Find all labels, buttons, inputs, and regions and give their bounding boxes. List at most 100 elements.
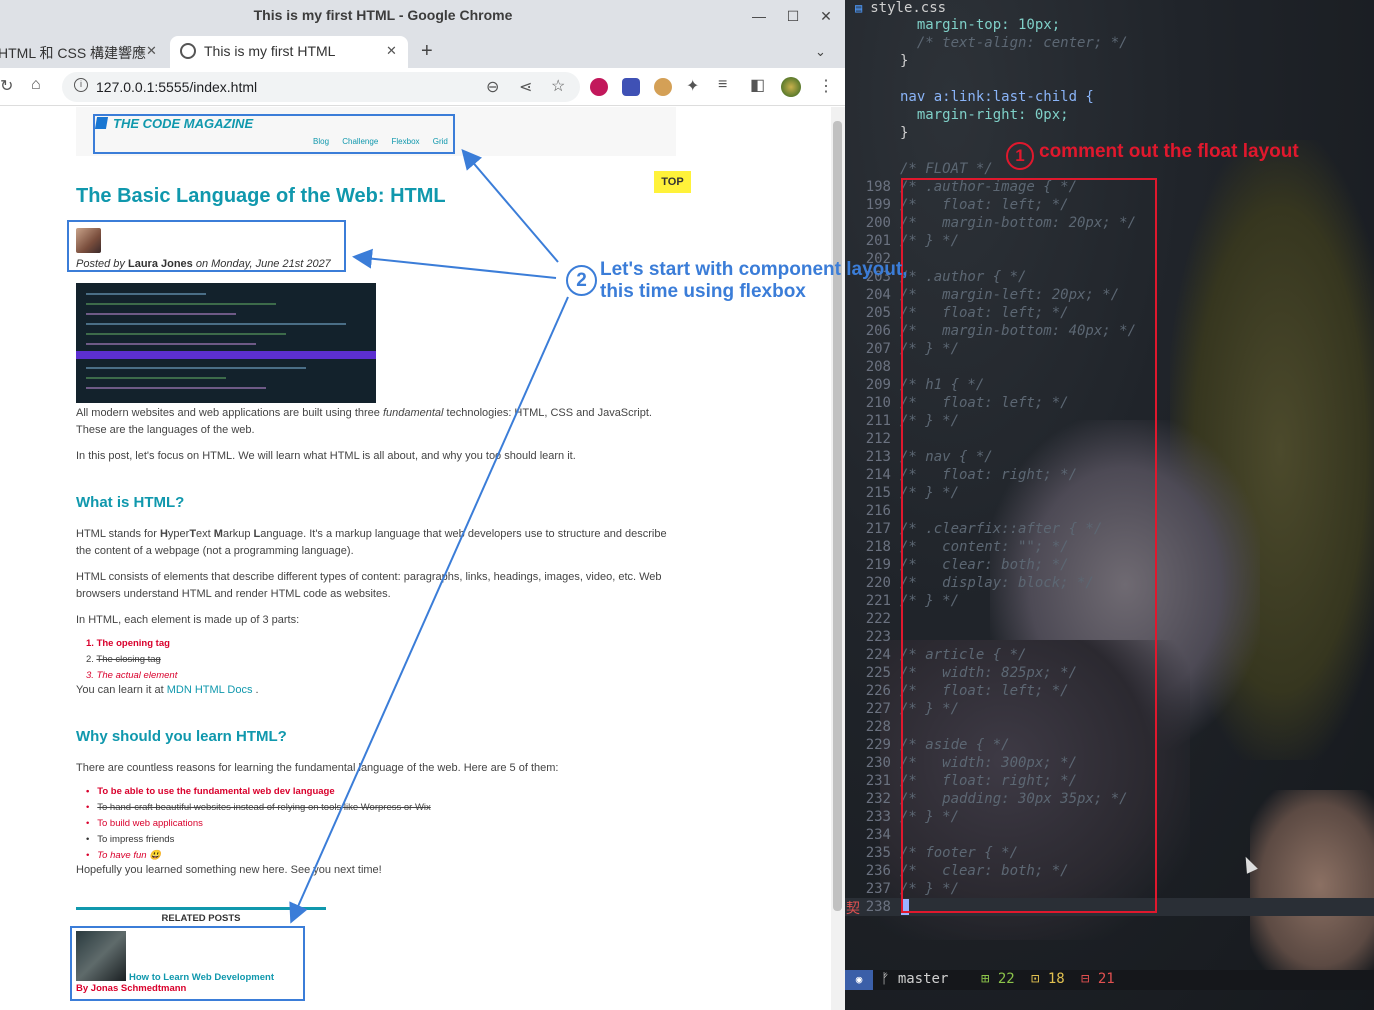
line-number: 208	[865, 359, 891, 375]
step-2-line-1: Let's start with component layout,	[600, 259, 908, 280]
list-item: • To impress friends	[86, 834, 175, 845]
line-number: 209	[865, 377, 891, 393]
close-window-button[interactable]: ✕	[816, 6, 836, 26]
address-bar[interactable]: i 127.0.0.1:5555/index.html ⊖ ⋖ ☆	[62, 72, 580, 102]
step-1-annotation: comment out the float layout	[1039, 141, 1299, 162]
line-number: 226	[865, 683, 891, 699]
step-2-annotation: Let's start with component layout, this …	[600, 259, 908, 303]
mdn-docs-link[interactable]: MDN HTML Docs	[167, 684, 253, 696]
what-paragraph-2: HTML consists of elements that describe …	[76, 571, 662, 600]
line-number: 214	[865, 467, 891, 483]
git-changed-count: ⊡ 18	[1031, 971, 1065, 987]
scrollbar-thumb[interactable]	[833, 121, 842, 911]
what-paragraph-1: HTML stands for HyperText Markup Languag…	[76, 528, 667, 557]
line-number: 223	[865, 629, 891, 645]
code-line[interactable]: margin-top: 10px;	[845, 17, 1374, 35]
extension-lr-icon[interactable]	[590, 78, 608, 96]
reload-icon[interactable]: ↻	[0, 76, 13, 96]
css-file-icon: ▤	[855, 1, 863, 15]
new-tab-button[interactable]: +	[421, 40, 433, 63]
intro-paragraph-2: In this post, let's focus on HTML. We wi…	[76, 450, 576, 462]
gutter-mark: 契	[846, 900, 860, 916]
git-removed-count: ⊟ 21	[1081, 971, 1115, 987]
top-button[interactable]: TOP	[654, 171, 691, 193]
learn-line: You can learn it at MDN HTML Docs .	[76, 684, 259, 696]
cookie-extension-icon[interactable]	[654, 78, 672, 96]
line-number: 199	[865, 197, 891, 213]
line-text: /* FLOAT */	[900, 161, 993, 177]
tab-search-icon[interactable]: ⌄	[815, 44, 826, 60]
share-icon[interactable]: ⋖	[519, 77, 532, 97]
media-control-icon[interactable]: ≡	[718, 76, 727, 94]
profile-avatar[interactable]	[781, 77, 801, 97]
annotation-box-author	[67, 220, 346, 272]
url-text[interactable]: 127.0.0.1:5555/index.html	[96, 79, 257, 95]
zoom-icon[interactable]: ⊖	[486, 77, 499, 97]
list-item: 2. The closing tag	[86, 654, 161, 665]
line-number: 217	[865, 521, 891, 537]
tab-label: HTML 和 CSS 構建響應	[0, 45, 147, 61]
line-number: 237	[865, 881, 891, 897]
line-text: nav a:link:last-child {	[900, 89, 1094, 105]
side-panel-icon[interactable]: ◧	[750, 75, 765, 95]
line-number: 229	[865, 737, 891, 753]
line-number: 213	[865, 449, 891, 465]
line-number: 212	[865, 431, 891, 447]
maximize-button[interactable]: ☐	[783, 6, 803, 26]
file-name: style.css	[870, 0, 947, 16]
site-info-icon[interactable]: i	[74, 78, 88, 92]
menu-kebab-icon[interactable]: ⋮	[818, 76, 834, 96]
code-line[interactable]: margin-right: 0px;	[845, 107, 1374, 125]
code-line[interactable]: /* text-align: center; */	[845, 35, 1374, 53]
list-item: • To hand-craft beautiful websites inste…	[86, 802, 431, 813]
code-line[interactable]: /* FLOAT */	[845, 161, 1374, 179]
code-line[interactable]: }	[845, 53, 1374, 71]
reasons-list: • To be able to use the fundamental web …	[86, 784, 431, 864]
title-bar: This is my first HTML - Google Chrome — …	[0, 0, 845, 32]
line-number: 206	[865, 323, 891, 339]
line-number: 220	[865, 575, 891, 591]
page-title: The Basic Language of the Web: HTML	[76, 185, 446, 207]
bookmark-star-icon[interactable]: ☆	[551, 76, 565, 96]
line-number: 207	[865, 341, 891, 357]
code-line[interactable]: nav a:link:last-child {	[845, 89, 1374, 107]
extensions-puzzle-icon[interactable]: ✦	[686, 76, 699, 96]
line-number: 211	[865, 413, 891, 429]
editor-statusline: ◉ ᚠ master ⊞ 22 ⊡ 18 ⊟ 21	[845, 970, 1374, 990]
minimize-button[interactable]: —	[749, 6, 769, 26]
line-number: 235	[865, 845, 891, 861]
line-number: 210	[865, 395, 891, 411]
tab-close-icon[interactable]: ✕	[386, 43, 397, 59]
line-number: 205	[865, 305, 891, 321]
line-number: 232	[865, 791, 891, 807]
page-viewport: THE CODE MAGAZINE Blog Challenge Flexbox…	[0, 107, 831, 1010]
line-number: 219	[865, 557, 891, 573]
line-number: 236	[865, 863, 891, 879]
line-number: 233	[865, 809, 891, 825]
tab-close-icon[interactable]: ✕	[146, 43, 157, 59]
page-scrollbar[interactable]	[831, 107, 845, 1010]
tab-html-css[interactable]: HTML 和 CSS 構建響應 ✕	[0, 36, 164, 68]
line-number: 234	[865, 827, 891, 843]
post-hero-image	[76, 283, 376, 403]
line-number: 198	[865, 179, 891, 195]
line-number: 230	[865, 755, 891, 771]
line-number: 215	[865, 485, 891, 501]
line-number: 224	[865, 647, 891, 663]
home-icon[interactable]: ⌂	[31, 76, 41, 94]
editor-file-tab[interactable]: ▤ style.css	[855, 0, 946, 16]
code-line[interactable]	[845, 71, 1374, 89]
desktop: This is my first HTML - Google Chrome — …	[0, 0, 1374, 1010]
line-text: }	[900, 125, 909, 141]
list-item: • To build web applications	[86, 818, 203, 829]
heading-what-is-html: What is HTML?	[76, 494, 185, 511]
intro-paragraph: All modern websites and web applications…	[76, 407, 652, 436]
tab-active[interactable]: This is my first HTML ✕	[170, 36, 408, 68]
line-number: 228	[865, 719, 891, 735]
translate-extension-icon[interactable]	[622, 78, 640, 96]
line-text: margin-right: 0px;	[900, 107, 1069, 123]
page-favicon-icon	[180, 43, 196, 59]
tab-label: This is my first HTML	[204, 43, 336, 59]
why-paragraph: There are countless reasons for learning…	[76, 762, 559, 774]
annotation-box-float-code	[901, 178, 1157, 913]
